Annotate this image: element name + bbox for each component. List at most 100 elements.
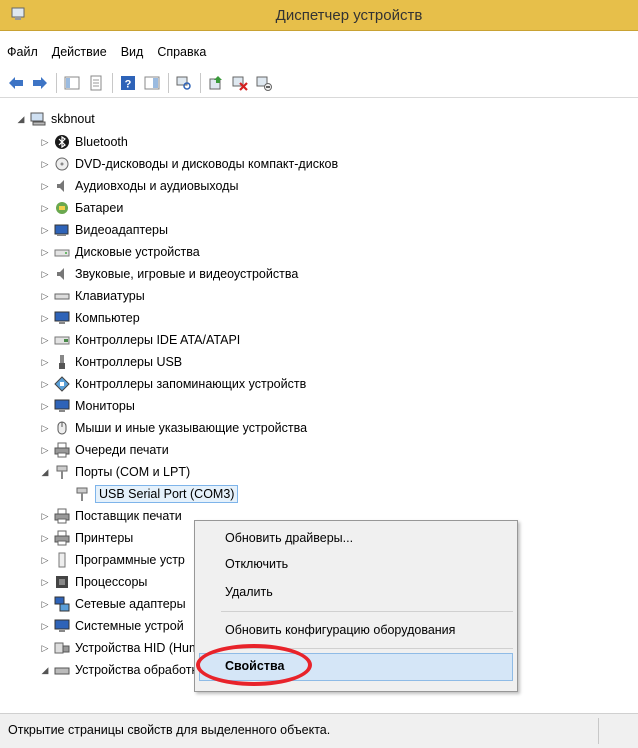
tree-item-label: Компьютер xyxy=(75,311,140,325)
expand-arrow-icon[interactable]: ▷ xyxy=(40,181,50,191)
expand-arrow-icon[interactable]: ▷ xyxy=(40,423,50,433)
collapse-arrow-icon[interactable]: ◢ xyxy=(40,467,50,477)
context-uninstall[interactable]: Удалить xyxy=(225,581,273,603)
tree-item-label: Батареи xyxy=(75,201,124,215)
tree-item-hid[interactable]: ▷ Устройства HID (Hum xyxy=(40,637,200,659)
menu-help[interactable]: Справка xyxy=(150,40,213,64)
context-scan-hardware[interactable]: Обновить конфигурацию оборудования xyxy=(225,619,455,641)
expand-arrow-icon[interactable]: ▷ xyxy=(40,247,50,257)
tree-item-printers[interactable]: ▷ Принтеры xyxy=(40,527,133,549)
status-text: Открытие страницы свойств для выделенног… xyxy=(8,723,331,737)
network-adapter-icon xyxy=(54,596,70,612)
expand-arrow-icon[interactable]: ▷ xyxy=(40,555,50,565)
toolbar: ? xyxy=(0,68,638,98)
tree-root[interactable]: ◢ skbnout xyxy=(16,108,95,130)
annotation-highlight-oval xyxy=(196,644,312,686)
tree-item-system[interactable]: ▷ Системные устрой xyxy=(40,615,184,637)
printer-icon xyxy=(54,530,70,546)
expand-arrow-icon[interactable]: ▷ xyxy=(40,445,50,455)
window-title: Диспетчер устройств xyxy=(275,7,423,24)
tree-item-monitors[interactable]: ▷ Мониторы xyxy=(40,395,135,417)
tree-item-label: Аудиовходы и аудиовыходы xyxy=(75,179,239,193)
console-tree-icon[interactable] xyxy=(62,73,82,93)
tree-item-ide[interactable]: ▷ Контроллеры IDE ATA/ATAPI xyxy=(40,329,241,351)
expand-arrow-icon[interactable]: ▷ xyxy=(40,599,50,609)
tree-item-label: Программные устр xyxy=(75,553,185,567)
bluetooth-icon xyxy=(55,135,69,149)
menu-action[interactable]: Действие xyxy=(45,40,114,64)
uninstall-icon[interactable] xyxy=(230,73,250,93)
tree-item-usb[interactable]: ▷ Контроллеры USB xyxy=(40,351,182,373)
tree-item-bluetooth[interactable]: ▷ Bluetooth xyxy=(40,131,128,153)
tree-item-label: Контроллеры IDE ATA/ATAPI xyxy=(75,333,241,347)
help-icon[interactable]: ? xyxy=(118,73,138,93)
tree-item-disk-drives[interactable]: ▷ Дисковые устройства xyxy=(40,241,200,263)
tree-item-print-provider[interactable]: ▷ Поставщик печати xyxy=(40,505,182,527)
tree-item-display-adapters[interactable]: ▷ Видеоадаптеры xyxy=(40,219,168,241)
details-view-icon[interactable] xyxy=(142,73,162,93)
keyboard-icon xyxy=(54,293,70,300)
collapse-arrow-icon[interactable]: ◢ xyxy=(16,114,26,124)
tree-item-keyboards[interactable]: ▷ Клавиатуры xyxy=(40,285,145,307)
expand-arrow-icon[interactable]: ▷ xyxy=(40,137,50,147)
tree-item-usb-serial-port[interactable]: USB Serial Port (COM3) xyxy=(74,483,239,505)
expand-arrow-icon[interactable]: ▷ xyxy=(40,577,50,587)
toolbar-separator xyxy=(112,72,113,93)
dvd-drive-icon xyxy=(55,157,69,171)
expand-arrow-icon[interactable]: ▷ xyxy=(40,159,50,169)
properties-page-icon[interactable] xyxy=(86,73,106,93)
tree-item-processors[interactable]: ▷ Процессоры xyxy=(40,571,148,593)
expand-arrow-icon[interactable]: ▷ xyxy=(40,533,50,543)
tree-item-label: Контроллеры USB xyxy=(75,355,183,369)
expand-arrow-icon[interactable]: ▷ xyxy=(40,643,50,653)
context-update-drivers[interactable]: Обновить драйверы... xyxy=(225,527,353,549)
back-arrow-icon[interactable] xyxy=(6,73,26,93)
context-separator xyxy=(221,611,513,612)
toolbar-separator xyxy=(168,72,169,93)
tree-item-mice[interactable]: ▷ Мыши и иные указывающие устройства xyxy=(40,417,308,439)
context-disable[interactable]: Отключить xyxy=(225,553,288,575)
tree-item-label: Bluetooth xyxy=(75,135,128,149)
tree-item-network[interactable]: ▷ Сетевые адаптеры xyxy=(40,593,186,615)
expand-arrow-icon[interactable]: ▷ xyxy=(40,621,50,631)
expand-arrow-icon[interactable]: ▷ xyxy=(40,269,50,279)
disable-device-icon[interactable] xyxy=(254,73,274,93)
tree-item-storage[interactable]: ▷ Контроллеры запоминающих устройств xyxy=(40,373,306,395)
status-bar: Открытие страницы свойств для выделенног… xyxy=(0,713,638,748)
tree-item-label: DVD-дисководы и дисководы компакт-дисков xyxy=(75,157,339,171)
collapse-arrow-icon[interactable]: ◢ xyxy=(40,665,50,675)
expand-arrow-icon[interactable]: ▷ xyxy=(40,511,50,521)
tree-item-label: Контроллеры запоминающих устройств xyxy=(75,377,307,391)
tree-item-label: Системные устрой xyxy=(75,619,184,633)
monitor-icon xyxy=(54,311,70,324)
tree-item-batteries[interactable]: ▷ Батареи xyxy=(40,197,124,219)
update-driver-icon[interactable] xyxy=(206,73,226,93)
tree-item-dvd[interactable]: ▷ DVD-дисководы и дисководы компакт-диск… xyxy=(40,153,339,175)
selected-device-label: USB Serial Port (COM3) xyxy=(95,485,239,503)
computer-icon xyxy=(30,112,46,126)
tree-item-sound[interactable]: ▷ Звуковые, игровые и видеоустройства xyxy=(40,263,299,285)
expand-arrow-icon[interactable]: ▷ xyxy=(40,357,50,367)
expand-arrow-icon[interactable]: ▷ xyxy=(40,313,50,323)
forward-arrow-icon[interactable] xyxy=(30,73,50,93)
usb-plug-icon xyxy=(59,355,65,369)
tree-item-label: Порты (COM и LPT) xyxy=(75,465,191,479)
tree-item-computer[interactable]: ▷ Компьютер xyxy=(40,307,140,329)
expand-arrow-icon[interactable]: ▷ xyxy=(40,291,50,301)
scan-hardware-icon[interactable] xyxy=(174,73,194,93)
expand-arrow-icon[interactable]: ▷ xyxy=(40,203,50,213)
expand-arrow-icon[interactable]: ▷ xyxy=(40,401,50,411)
tree-item-audio-io[interactable]: ▷ Аудиовходы и аудиовыходы xyxy=(40,175,239,197)
expand-arrow-icon[interactable]: ▷ xyxy=(40,225,50,235)
menu-file[interactable]: Файл xyxy=(0,40,45,64)
port-icon xyxy=(56,465,68,479)
display-adapter-icon xyxy=(54,224,69,236)
tree-item-label: Устройства HID (Hum xyxy=(75,641,200,655)
tree-item-ports[interactable]: ◢ Порты (COM и LPT) xyxy=(40,461,190,483)
tree-item-print-queues[interactable]: ▷ Очереди печати xyxy=(40,439,169,461)
tree-item-software[interactable]: ▷ Программные устр xyxy=(40,549,185,571)
tree-item-label: Принтеры xyxy=(75,531,134,545)
expand-arrow-icon[interactable]: ▷ xyxy=(40,379,50,389)
expand-arrow-icon[interactable]: ▷ xyxy=(40,335,50,345)
menu-view[interactable]: Вид xyxy=(114,40,151,64)
